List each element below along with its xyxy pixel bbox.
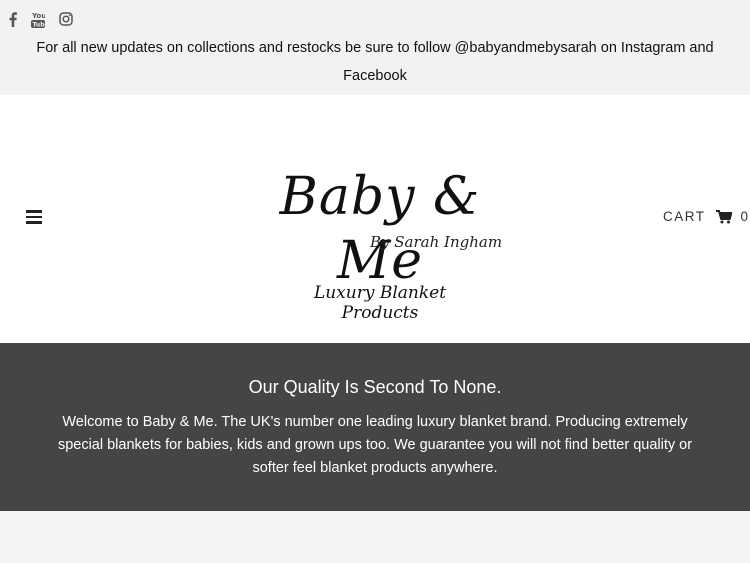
svg-text:Tube: Tube [33, 21, 46, 28]
svg-text:You: You [31, 12, 45, 20]
intro-body: Welcome to Baby & Me. The UK's number on… [57, 414, 693, 476]
cart-icon [715, 209, 732, 224]
cart-count: 0 [740, 209, 749, 224]
announcement-bar: You Tube For all new updates on collecti… [0, 0, 750, 95]
hamburger-menu-icon[interactable] [26, 210, 42, 224]
facebook-icon[interactable] [9, 10, 17, 28]
announcement-text: For all new updates on collections and r… [36, 40, 714, 84]
social-links: You Tube [9, 10, 87, 28]
site-header: Baby & Me By Sarah Ingham Luxury Blanket… [0, 95, 750, 343]
intro-heading: Our Quality Is Second To None. [248, 377, 502, 397]
instagram-icon[interactable] [59, 10, 73, 28]
cart-link[interactable]: CART 0 [663, 209, 748, 224]
youtube-icon[interactable]: You Tube [31, 10, 45, 28]
site-logo[interactable]: Baby & Me By Sarah Ingham Luxury Blanket… [250, 165, 510, 323]
logo-main-text: Baby & Me [279, 167, 481, 291]
content-below-fold [0, 511, 750, 563]
cart-label: CART [663, 209, 706, 224]
logo-tagline: Luxury Blanket Products [313, 283, 447, 323]
logo-sub-text: By Sarah Ingham [370, 233, 503, 251]
intro-section: Our Quality Is Second To None. Welcome t… [0, 343, 750, 511]
